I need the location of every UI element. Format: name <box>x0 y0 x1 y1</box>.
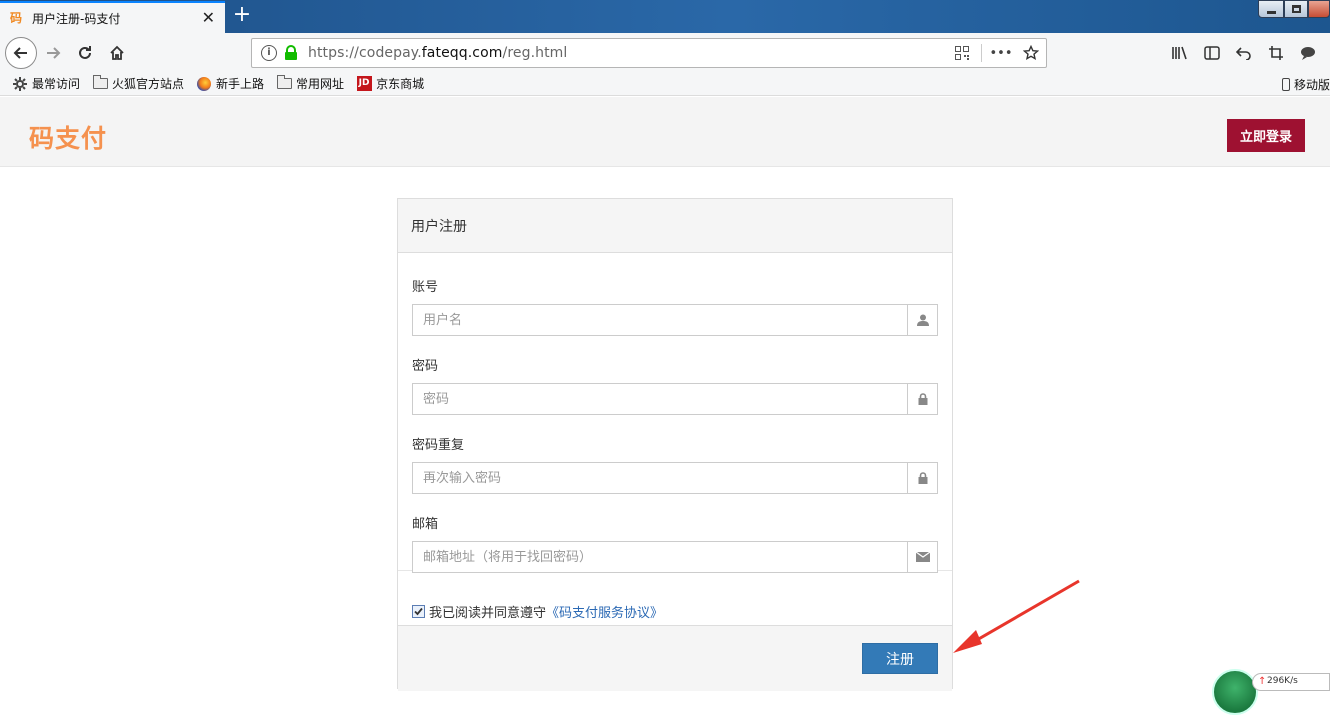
register-form: 账号 密码 密码重复 邮箱 <box>398 253 952 573</box>
home-icon <box>110 45 124 60</box>
home-button[interactable] <box>102 38 132 68</box>
jd-icon: JD <box>356 76 372 91</box>
navigation-bar: i https://codepay.fateqq.com/reg.html ••… <box>0 33 1330 72</box>
forward-arrow-icon <box>47 47 61 59</box>
bookmark-most-visited[interactable]: 最常访问 <box>12 74 80 94</box>
lock-icon <box>907 463 937 493</box>
firefox-icon <box>196 76 212 91</box>
bookmark-common-sites[interactable]: 常用网址 <box>276 74 344 94</box>
bookmark-label: 火狐官方站点 <box>112 77 185 91</box>
lock-icon <box>907 384 937 414</box>
email-input[interactable] <box>413 542 907 572</box>
password-input[interactable] <box>413 384 907 414</box>
password-repeat-input[interactable] <box>413 463 907 493</box>
bookmark-firefox-official[interactable]: 火狐官方站点 <box>92 74 184 94</box>
register-button[interactable]: 注册 <box>862 643 938 674</box>
email-label: 邮箱 <box>412 517 439 532</box>
account-input-group <box>412 304 938 336</box>
site-logo[interactable]: 码支付 <box>29 119 107 155</box>
chat-bubble-icon[interactable] <box>1292 38 1324 68</box>
forward-button[interactable] <box>38 38 68 68</box>
service-agreement-link[interactable]: 《码支付服务协议》 <box>546 602 663 621</box>
folder-icon <box>92 75 108 91</box>
screenshot-crop-icon[interactable] <box>1260 38 1292 68</box>
minimize-button[interactable] <box>1258 0 1284 18</box>
panel-footer: 注册 <box>398 625 952 691</box>
agree-checkbox[interactable] <box>412 604 425 618</box>
agreement-text: 我已阅读并同意遵守 <box>429 605 547 621</box>
window-controls <box>1258 0 1330 18</box>
lock-secure-icon[interactable] <box>284 45 298 61</box>
speed-value: 296K/s <box>1267 676 1298 686</box>
page-info-icon[interactable]: i <box>261 45 277 61</box>
gear-icon <box>12 76 28 91</box>
close-tab-icon[interactable]: ✕ <box>202 10 215 26</box>
email-input-group <box>412 541 938 573</box>
phone-icon <box>1281 77 1290 91</box>
bookmark-label: 最常访问 <box>32 77 81 91</box>
site-favicon-icon: 码 <box>10 11 23 25</box>
bookmark-label: 常用网址 <box>296 77 345 91</box>
bookmark-jd-mall[interactable]: JD 京东商城 <box>356 74 424 94</box>
page-content: 码支付 立即登录 用户注册 账号 密码 密码重复 <box>0 97 1330 691</box>
undo-icon[interactable] <box>1228 38 1260 68</box>
qr-code-icon[interactable] <box>947 39 977 67</box>
bookmark-getting-started[interactable]: 新手上路 <box>196 74 264 94</box>
bookmark-star-icon[interactable] <box>1016 39 1046 67</box>
password-input-group <box>412 383 938 415</box>
site-header: 码支付 立即登录 <box>0 97 1330 167</box>
user-icon <box>907 305 937 335</box>
envelope-icon <box>907 542 937 572</box>
agreement-row: 我已阅读并同意遵守 《码支付服务协议》 <box>398 571 952 623</box>
tab-active[interactable]: 码 用户注册-码支付 ✕ <box>0 1 225 33</box>
account-label: 账号 <box>412 280 439 295</box>
sidebar-icon[interactable] <box>1196 38 1228 68</box>
bookmark-label: 京东商城 <box>376 77 425 91</box>
bookmarks-toolbar: 最常访问 火狐官方站点 新手上路 常用网址 JD 京东商城 移动版 <box>0 72 1330 96</box>
reload-button[interactable] <box>70 38 100 68</box>
back-arrow-icon <box>13 47 27 59</box>
new-tab-button[interactable]: + <box>231 4 253 28</box>
close-window-button[interactable] <box>1308 0 1330 18</box>
mobile-bookmarks-label: 移动版 <box>1293 77 1330 92</box>
tab-title: 用户注册-码支付 <box>32 11 121 26</box>
page-actions-menu-icon[interactable]: ••• <box>986 39 1016 67</box>
upload-arrow-icon: ↑ <box>1258 676 1267 687</box>
tab-bar: 码 用户注册-码支付 ✕ + <box>0 0 1330 33</box>
password-label: 密码 <box>412 359 439 374</box>
url-text[interactable]: https://codepay.fateqq.com/reg.html <box>308 45 567 61</box>
checkmark-icon <box>414 607 423 615</box>
address-bar[interactable]: i https://codepay.fateqq.com/reg.html ••… <box>251 38 1047 68</box>
annotation-arrow-icon <box>953 579 1080 653</box>
username-input[interactable] <box>413 305 907 335</box>
url-divider <box>981 44 982 62</box>
library-icon[interactable] <box>1164 38 1196 68</box>
folder-icon <box>276 75 292 91</box>
speed-readout: ↑ 296K/s <box>1252 673 1330 691</box>
reload-icon <box>79 46 91 59</box>
mobile-bookmarks[interactable]: 移动版 <box>1281 72 1330 96</box>
maximize-button[interactable] <box>1284 0 1308 18</box>
panel-title: 用户注册 <box>398 199 952 253</box>
toolbar-right <box>1164 38 1324 68</box>
password-repeat-input-group <box>412 462 938 494</box>
back-button[interactable] <box>5 37 37 69</box>
register-panel: 用户注册 账号 密码 密码重复 <box>397 198 953 691</box>
login-button[interactable]: 立即登录 <box>1227 119 1305 152</box>
network-speed-widget: ↑ 296K/s <box>1210 669 1330 715</box>
bookmark-label: 新手上路 <box>216 77 265 91</box>
speed-ball-icon[interactable] <box>1212 669 1258 715</box>
password-repeat-label: 密码重复 <box>412 438 465 453</box>
